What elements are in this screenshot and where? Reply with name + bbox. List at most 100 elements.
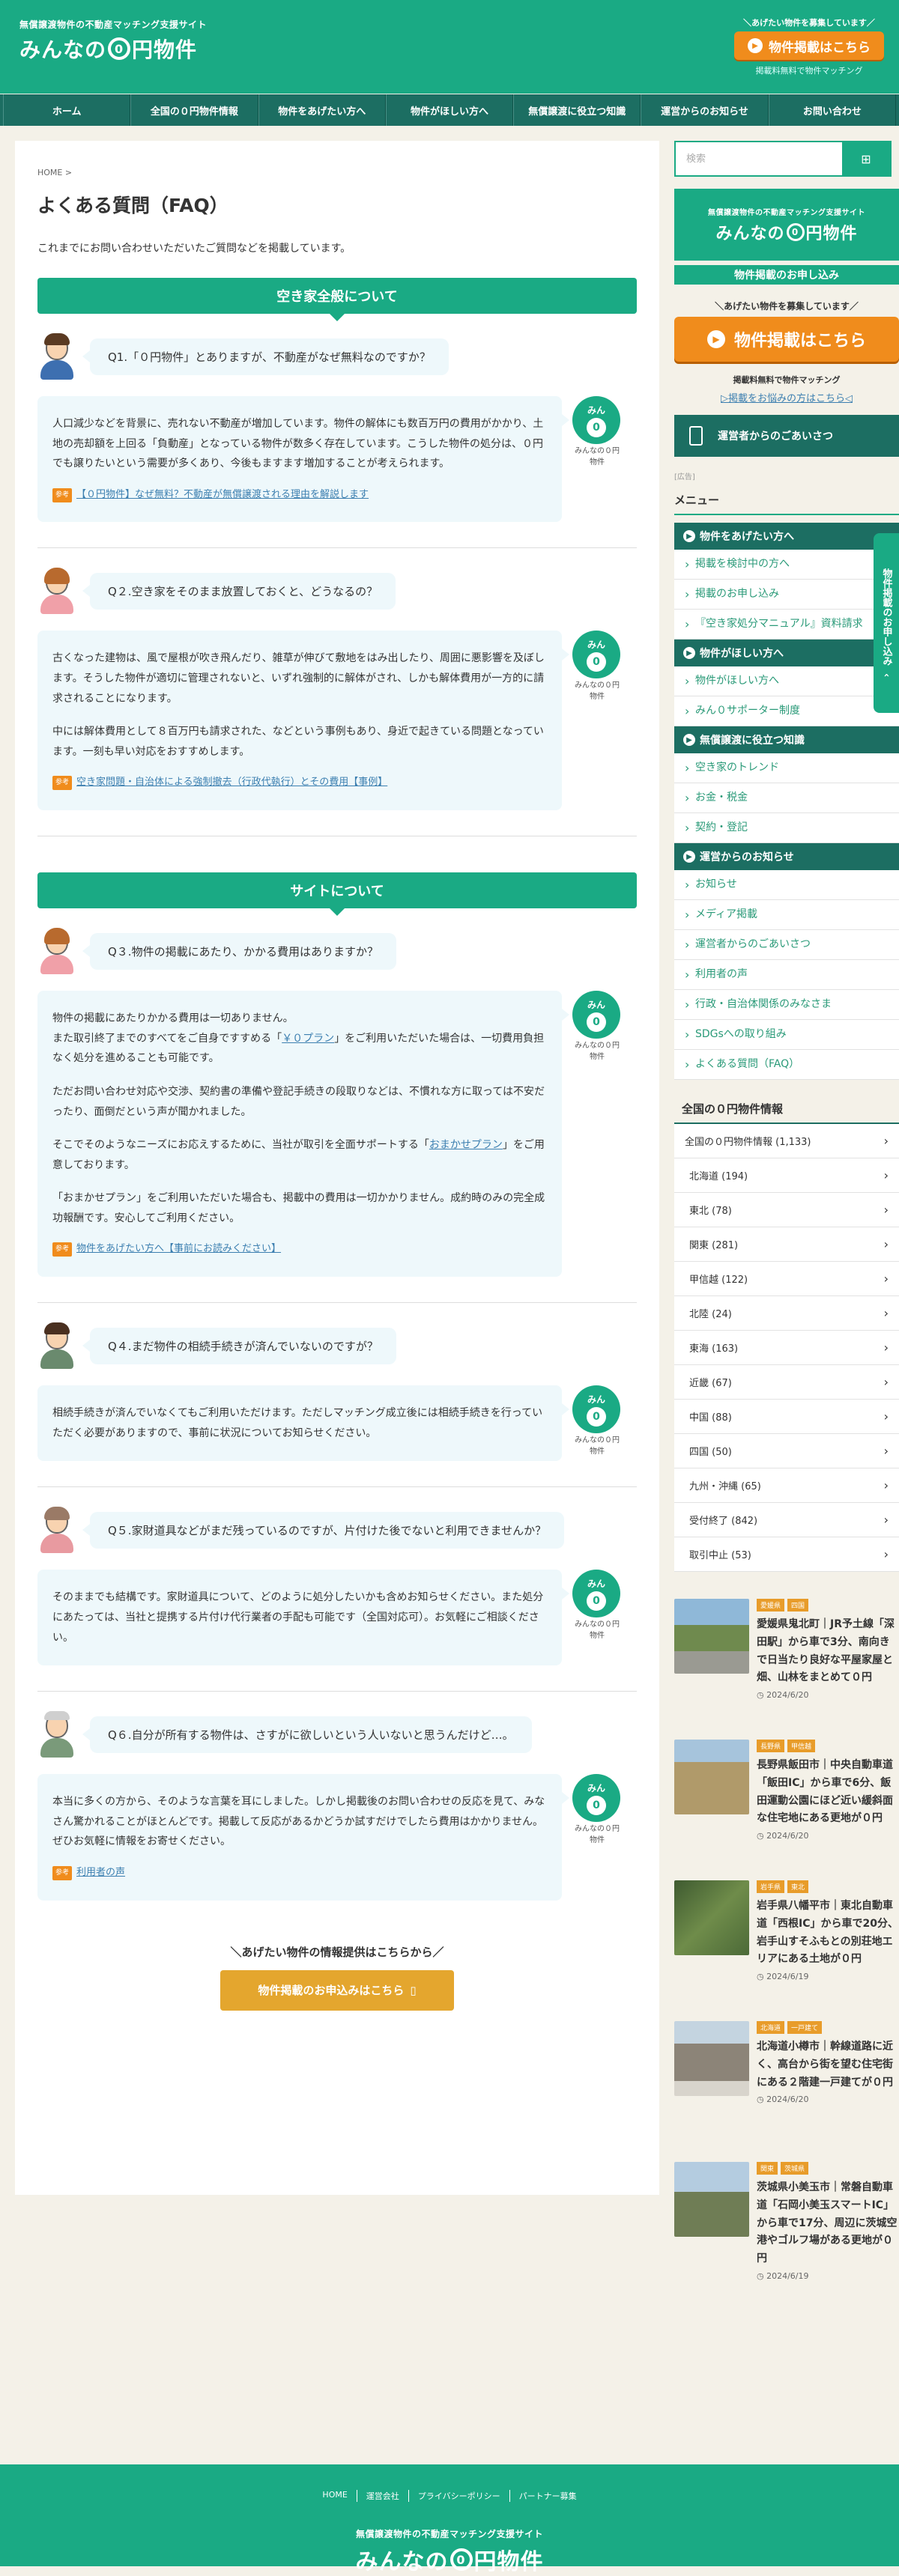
area-item[interactable]: 東北 (78) › bbox=[674, 1193, 899, 1227]
area-item[interactable]: 中国 (88) › bbox=[674, 1400, 899, 1434]
nav-listings[interactable]: 全国の０円物件情報 bbox=[130, 94, 258, 126]
mascot-zero: 0 bbox=[587, 651, 606, 672]
area-item[interactable]: 全国の０円物件情報 (1,133) › bbox=[674, 1124, 899, 1158]
menu-item[interactable]: お金・税金 bbox=[674, 783, 899, 813]
menu-item[interactable]: 契約・登記 bbox=[674, 813, 899, 843]
menu-item[interactable]: SDGsへの取り組み bbox=[674, 1020, 899, 1050]
woman-avatar-icon bbox=[37, 928, 76, 975]
answer-text: そこでそのようなニーズにお応えするために、当社が取引を全面サポートする「おまかせ… bbox=[52, 1135, 547, 1175]
post-card[interactable]: 関東 茨城県 茨城県小美玉市｜常磐自動車道「石岡小美玉スマートIC」から車で17分… bbox=[674, 2162, 899, 2281]
post-thumbnail[interactable] bbox=[674, 1599, 749, 1674]
area-item[interactable]: 東海 (163) › bbox=[674, 1331, 899, 1365]
post-tag[interactable]: 愛媛県 bbox=[757, 1599, 785, 1611]
post-title[interactable]: 北海道小樽市｜幹線道路に近く、高台から街を望む住宅街にある２階建一戸建てが０円 bbox=[757, 2038, 899, 2092]
header-listing-button[interactable]: ▶ 物件掲載はこちら bbox=[734, 31, 884, 60]
nav-want[interactable]: 物件がほしい方へ bbox=[385, 94, 514, 126]
post-card[interactable]: 愛媛県 四国 愛媛県鬼北町｜JR予土線「深田駅」から車で3分、南向きで日当たり良好… bbox=[674, 1599, 899, 1704]
post-date-value: 2024/6/19 bbox=[766, 2270, 809, 2281]
floating-apply-tab[interactable]: 物件掲載のお申し込み ‹ bbox=[874, 533, 899, 713]
menu-head-give[interactable]: ▶ 物件をあげたい方へ bbox=[674, 523, 899, 550]
area-item[interactable]: 取引中止 (53) › bbox=[674, 1537, 899, 1572]
sidebar-apply-link[interactable]: 物件掲載のお申し込み bbox=[674, 265, 899, 285]
sidebar-listing-button[interactable]: ▶ 物件掲載はこちら bbox=[674, 317, 899, 362]
post-title[interactable]: 岩手県八幡平市｜東北自動車道「西根IC」から車で20分、岩手山すそふもとの別荘地… bbox=[757, 1898, 899, 1969]
nav-knowledge[interactable]: 無償譲渡に役立つ知識 bbox=[513, 94, 641, 126]
menu-head-news[interactable]: ▶ 運営からのお知らせ bbox=[674, 843, 899, 870]
menu-item[interactable]: 掲載を検討中の方へ bbox=[674, 550, 899, 580]
nav-home[interactable]: ホーム bbox=[3, 94, 131, 126]
post-tag[interactable]: 長野県 bbox=[757, 1740, 785, 1752]
post-title[interactable]: 愛媛県鬼北町｜JR予土線「深田駅」から車で3分、南向きで日当たり良好な平屋家屋と… bbox=[757, 1616, 899, 1687]
footer-link-home[interactable]: HOME bbox=[313, 2490, 356, 2502]
menu-head-knowledge[interactable]: ▶ 無償譲渡に役立つ知識 bbox=[674, 726, 899, 753]
site-logo[interactable]: 無償譲渡物件の不動産マッチング支援サイト みんなの 0 円物件 bbox=[19, 18, 207, 64]
breadcrumb[interactable]: HOME > bbox=[37, 168, 637, 177]
area-item[interactable]: 近畿 (67) › bbox=[674, 1365, 899, 1400]
menu-item[interactable]: 空き家のトレンド bbox=[674, 753, 899, 783]
area-item[interactable]: 甲信越 (122) › bbox=[674, 1262, 899, 1296]
footer-tagline: 無償譲渡物件の不動産マッチング支援サイト bbox=[355, 2529, 543, 2539]
post-title[interactable]: 茨城県小美玉市｜常磐自動車道「石岡小美玉スマートIC」から車で17分、周辺に茨城… bbox=[757, 2179, 899, 2268]
menu-item[interactable]: お知らせ bbox=[674, 870, 899, 900]
man-avatar-icon bbox=[37, 1322, 76, 1370]
ref-link[interactable]: 物件をあげたい方へ【事前にお読みください】 bbox=[76, 1240, 281, 1259]
post-card[interactable]: 岩手県 東北 岩手県八幡平市｜東北自動車道「西根IC」から車で20分、岩手山すそふ… bbox=[674, 1880, 899, 1985]
footer-link-company[interactable]: 運営会社 bbox=[356, 2490, 408, 2502]
area-item[interactable]: 北海道 (194) › bbox=[674, 1158, 899, 1193]
sidebar-cta-note: ＼あげたい物件を募集しています／ bbox=[715, 301, 859, 312]
mascot-zero: 0 bbox=[587, 1406, 606, 1427]
post-card[interactable]: 長野県 甲信越 長野県飯田市｜中央自動車道「飯田IC」から車で6分、飯田運動公園に… bbox=[674, 1740, 899, 1844]
greeting-banner[interactable]: 運営者からのごあいさつ bbox=[674, 415, 899, 457]
menu-head-want[interactable]: ▶ 物件がほしい方へ bbox=[674, 640, 899, 666]
post-title[interactable]: 長野県飯田市｜中央自動車道「飯田IC」から車で6分、飯田運動公園にほど近い緩斜面… bbox=[757, 1757, 899, 1828]
nav-news[interactable]: 運営からのお知らせ bbox=[641, 94, 769, 126]
menu-item[interactable]: みん０サポーター制度 bbox=[674, 696, 899, 726]
footer-logo[interactable]: 無償譲渡物件の不動産マッチング支援サイト みんなの 0 円物件 bbox=[0, 2527, 899, 2576]
post-tag[interactable]: 四国 bbox=[787, 1599, 809, 1611]
post-tag[interactable]: 茨城県 bbox=[781, 2162, 809, 2175]
search-icon[interactable]: ⊞ bbox=[842, 142, 890, 175]
sidebar-logo-banner[interactable]: 無償譲渡物件の不動産マッチング支援サイト みんなの 0 円物件 bbox=[674, 189, 899, 261]
post-thumbnail[interactable] bbox=[674, 2021, 749, 2096]
footer-link-partner[interactable]: パートナー募集 bbox=[509, 2490, 586, 2502]
menu-item[interactable]: 物件がほしい方へ bbox=[674, 666, 899, 696]
menu-item[interactable]: 掲載のお申し込み bbox=[674, 580, 899, 610]
area-item[interactable]: 受付終了 (842) › bbox=[674, 1503, 899, 1537]
area-item[interactable]: 九州・沖縄 (65) › bbox=[674, 1468, 899, 1503]
post-tag[interactable]: 北海道 bbox=[757, 2021, 785, 2034]
menu-item[interactable]: 利用者の声 bbox=[674, 960, 899, 990]
ref-tag: 参考 bbox=[52, 1865, 73, 1880]
menu-item[interactable]: よくある質問（FAQ） bbox=[674, 1050, 899, 1080]
nav-contact[interactable]: お問い合わせ bbox=[768, 94, 896, 126]
post-tag[interactable]: 東北 bbox=[787, 1880, 809, 1893]
post-tag[interactable]: 一戸建て bbox=[787, 2021, 823, 2034]
menu-item[interactable]: 運営者からのごあいさつ bbox=[674, 930, 899, 960]
menu-item[interactable]: 『空き家処分マニュアル』資料請求 bbox=[674, 610, 899, 640]
post-tag[interactable]: 甲信越 bbox=[787, 1740, 816, 1752]
post-tag[interactable]: 岩手県 bbox=[757, 1880, 785, 1893]
menu-item[interactable]: 行政・自治体関係のみなさま bbox=[674, 990, 899, 1020]
sidebar-consult-link[interactable]: ▷掲載をお悩みの方はこちら◁ bbox=[674, 390, 899, 404]
footer-link-privacy[interactable]: プライバシーポリシー bbox=[408, 2490, 509, 2502]
menu-item[interactable]: メディア掲載 bbox=[674, 900, 899, 930]
omakase-plan-link[interactable]: おまかせプラン bbox=[429, 1139, 503, 1151]
ref-link[interactable]: 空き家問題・自治体による強制撤去（行政代執行）とその費用【事例】 bbox=[76, 774, 387, 792]
area-item[interactable]: 関東 (281) › bbox=[674, 1227, 899, 1262]
chevron-left-icon: ‹ bbox=[880, 673, 892, 678]
post-thumbnail[interactable] bbox=[674, 2162, 749, 2237]
post-thumbnail[interactable] bbox=[674, 1740, 749, 1814]
search-input[interactable] bbox=[676, 142, 842, 175]
sidebar-cta-sub: 掲載料無料で物件マッチング bbox=[733, 375, 841, 385]
listing-apply-button[interactable]: 物件掲載のお申込みはこちら ▯ bbox=[220, 1969, 454, 2011]
area-label: 近畿 (67) bbox=[689, 1378, 732, 1389]
post-card[interactable]: 北海道 一戸建て 北海道小樽市｜幹線道路に近く、高台から街を望む住宅街にある２階建… bbox=[674, 2021, 899, 2126]
area-item[interactable]: 北陸 (24) › bbox=[674, 1296, 899, 1331]
area-item[interactable]: 四国 (50) › bbox=[674, 1434, 899, 1468]
ref-link[interactable]: 利用者の声 bbox=[76, 1864, 125, 1883]
ref-link[interactable]: 【０円物件】なぜ無料？不動産が無償譲渡される理由を解説します bbox=[76, 486, 369, 505]
nav-give[interactable]: 物件をあげたい方へ bbox=[258, 94, 386, 126]
post-thumbnail[interactable] bbox=[674, 1880, 749, 1955]
chevron-right-icon: › bbox=[883, 1272, 889, 1286]
zero-plan-link[interactable]: ￥０プラン bbox=[282, 1033, 334, 1045]
post-tag[interactable]: 関東 bbox=[757, 2162, 778, 2175]
